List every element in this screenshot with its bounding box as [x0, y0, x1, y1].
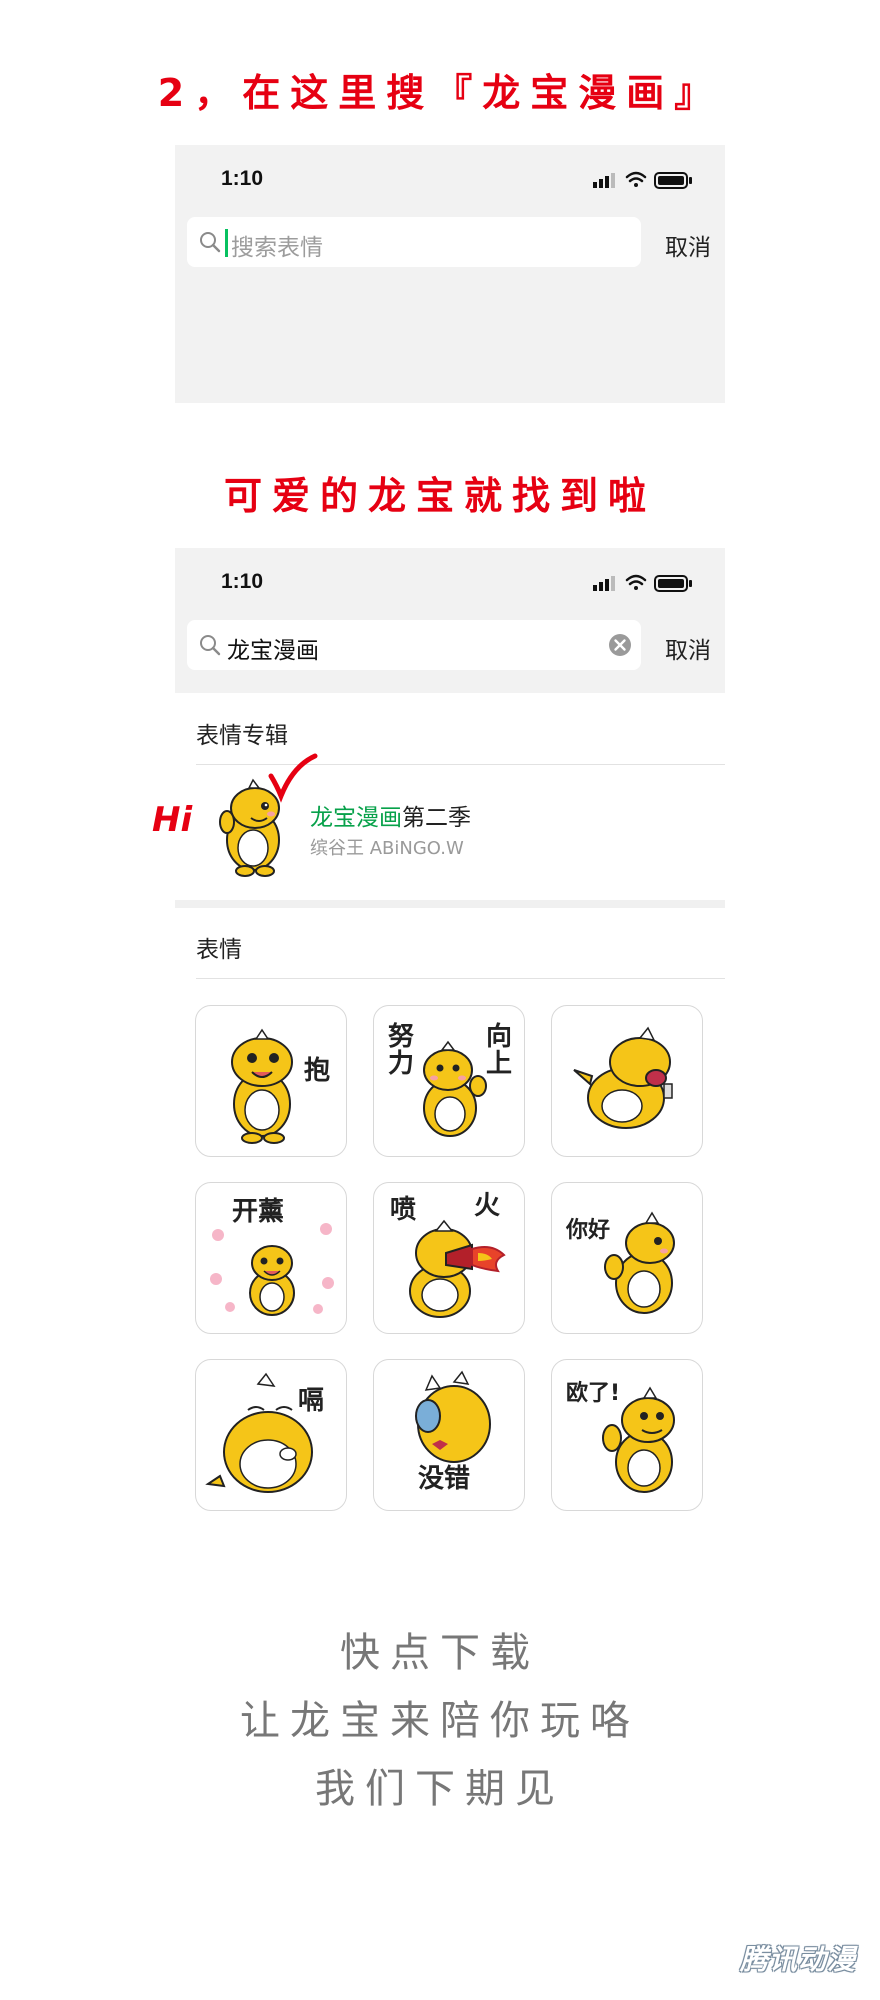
album-name-highlight: 龙宝漫画 — [310, 805, 402, 831]
dragon-figure — [604, 1211, 675, 1314]
stickers-section-title: 表情 — [196, 937, 242, 963]
sticker-caption: 欧了! — [566, 1381, 621, 1406]
search-value: 龙宝漫画 — [227, 638, 319, 664]
sticker-caption-right: 火 — [474, 1191, 501, 1221]
search-icon — [200, 635, 221, 656]
cancel-button[interactable]: 取消 — [665, 631, 711, 665]
sticker-hug[interactable]: 抱 — [195, 1005, 347, 1157]
hi-annotation: Hi — [152, 800, 193, 840]
wifi-icon — [625, 574, 647, 590]
album-section-title: 表情专辑 — [196, 723, 288, 749]
sticker-right[interactable]: 没错 — [373, 1359, 525, 1511]
step2-heading: 可爱的龙宝就找到啦 — [223, 474, 656, 518]
clear-icon[interactable] — [607, 632, 633, 658]
battery-icon — [654, 575, 692, 592]
album-name-rest: 第二季 — [402, 805, 471, 831]
sticker-ok[interactable]: 欧了! — [551, 1359, 703, 1511]
step1-heading: 2，在这里搜『龙宝漫画』 — [157, 71, 723, 115]
closing-line-3: 我们下期见 — [315, 1766, 565, 1812]
sticker-work-hard[interactable]: 努力 向上 — [373, 1005, 525, 1157]
search-screen-empty: 1:10 搜索表情 取消 — [175, 145, 725, 403]
sticker-burp[interactable]: 嗝 — [195, 1359, 347, 1511]
status-time: 1:10 — [221, 570, 264, 593]
wifi-icon — [625, 171, 647, 187]
search-screen-result: 1:10 龙宝漫画 取消 — [175, 548, 725, 693]
search-icon — [200, 232, 221, 253]
signal-icon — [593, 173, 615, 188]
divider — [196, 978, 725, 979]
album-name-link[interactable]: 龙宝漫画第二季 — [310, 798, 471, 832]
sticker-grid: 抱 努力 向上 开薰 喷 火 你好 嗝 没错 欧了! — [195, 1005, 705, 1511]
text-caret — [225, 229, 228, 257]
watermark-logo: 腾讯动漫 — [739, 1943, 856, 1976]
dragon-figure — [205, 1372, 313, 1493]
signal-icon — [593, 576, 615, 591]
sticker-caption: 没错 — [418, 1464, 471, 1494]
sticker-fire[interactable]: 喷 火 — [373, 1182, 525, 1334]
battery-icon — [654, 172, 692, 189]
sticker-caption-right: 向上 — [486, 1022, 513, 1080]
album-author: 缤谷王 ABiNGO.W — [310, 838, 464, 859]
search-input[interactable]: 龙宝漫画 — [187, 620, 641, 670]
status-icons — [593, 171, 692, 189]
sticker-sing[interactable] — [551, 1005, 703, 1157]
sticker-caption-left: 努力 — [388, 1022, 415, 1080]
album-cover-dragon[interactable] — [205, 778, 295, 878]
sticker-caption: 抱 — [304, 1056, 331, 1086]
sticker-flowers[interactable]: 开薰 — [195, 1182, 347, 1334]
sticker-hello[interactable]: 你好 — [551, 1182, 703, 1334]
sticker-caption-left: 喷 — [390, 1195, 417, 1225]
status-icons — [593, 574, 692, 592]
sticker-caption: 嗝 — [298, 1386, 325, 1416]
dragon-figure — [573, 1026, 673, 1129]
search-placeholder: 搜索表情 — [231, 235, 323, 261]
sticker-caption: 你好 — [566, 1218, 611, 1243]
section-divider — [175, 900, 725, 908]
search-input[interactable]: 搜索表情 — [187, 217, 641, 267]
cancel-button[interactable]: 取消 — [665, 228, 711, 262]
closing-line-1: 快点下载 — [340, 1630, 540, 1676]
status-time: 1:10 — [221, 167, 264, 190]
sticker-caption: 开薰 — [232, 1197, 285, 1227]
closing-line-2: 让龙宝来陪你玩咯 — [240, 1698, 640, 1744]
